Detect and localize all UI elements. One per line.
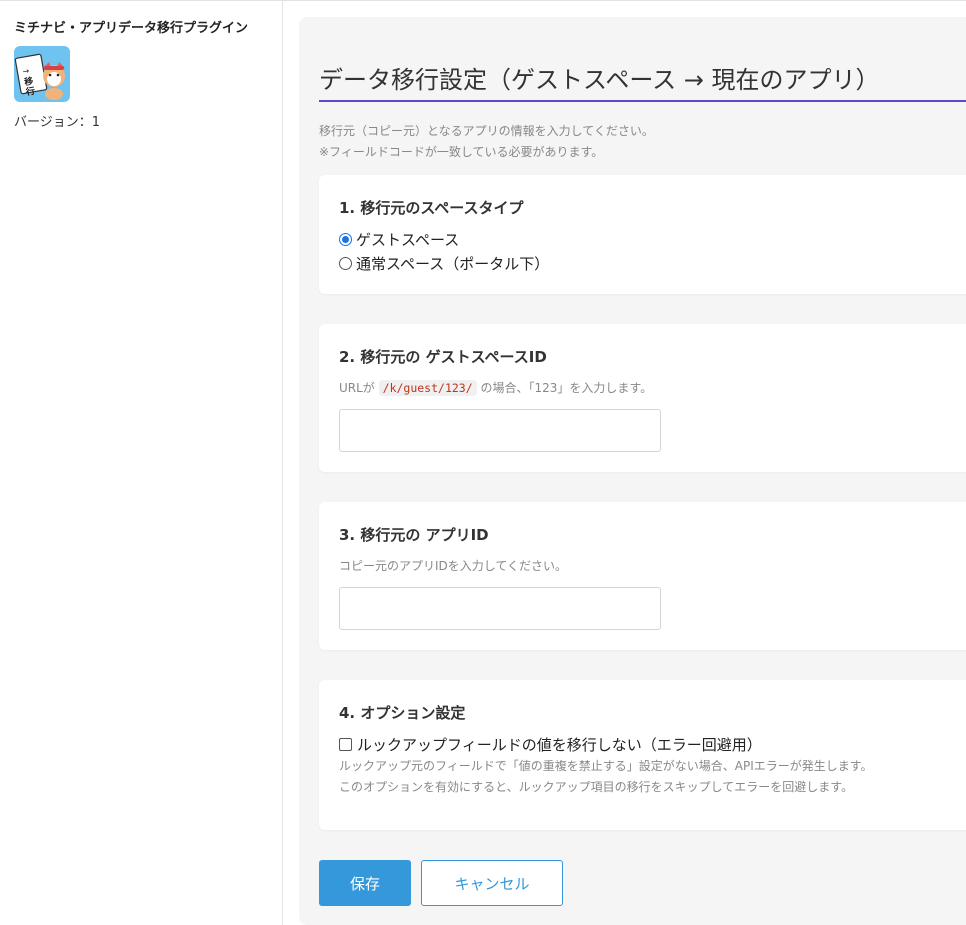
radio-button[interactable] bbox=[339, 233, 352, 246]
description-note: ※フィールドコードが一致している必要があります。 bbox=[319, 145, 604, 159]
radio-guest-space[interactable]: ゲストスペース bbox=[339, 229, 459, 250]
url-example-code: /k/guest/123/ bbox=[378, 380, 477, 396]
space-type-card: 1. 移行元のスペースタイプ ゲストスペース 通常スペース（ポータル下） bbox=[319, 175, 966, 294]
radio-label: ゲストスペース bbox=[356, 231, 460, 249]
plugin-mascot-icon: → 移 行 bbox=[14, 46, 70, 102]
page-description: 移行元（コピー元）となるアプリの情報を入力してください。 ※フィールドコードが一… bbox=[319, 121, 654, 163]
section-title: 4. オプション設定 bbox=[339, 704, 466, 722]
app-id-input[interactable] bbox=[339, 587, 661, 630]
note-line: このオプションを有効にすると、ルックアップ項目の移行をスキップしてエラーを回避し… bbox=[339, 780, 854, 794]
section-title: 2. 移行元の ゲストスペースID bbox=[339, 348, 547, 366]
skip-lookup-checkbox[interactable] bbox=[339, 738, 352, 751]
settings-panel: データ移行設定（ゲストスペース → 現在のアプリ） 移行元（コピー元）となるアプ… bbox=[299, 17, 966, 925]
section-title: 1. 移行元のスペースタイプ bbox=[339, 199, 524, 217]
option-note: ルックアップ元のフィールドで「値の重複を禁止する」設定がない場合、APIエラーが… bbox=[339, 756, 873, 798]
hint-prefix: URLが bbox=[339, 381, 375, 395]
sidebar: ミチナビ・アプリデータ移行プラグイン → 移 行 バージョン：1 bbox=[0, 0, 283, 925]
guest-space-id-card: 2. 移行元の ゲストスペースID URLが /k/guest/123/ の場合… bbox=[319, 324, 966, 472]
checkbox-label: ルックアップフィールドの値を移行しない（エラー回避用） bbox=[357, 736, 762, 754]
guest-space-id-hint: URLが /k/guest/123/ の場合、「123」を入力します。 bbox=[339, 379, 652, 396]
hint-suffix: の場合、「123」を入力します。 bbox=[480, 381, 653, 395]
cancel-button[interactable]: キャンセル bbox=[421, 860, 563, 906]
plugin-title: ミチナビ・アプリデータ移行プラグイン bbox=[14, 21, 249, 36]
app-id-card: 3. 移行元の アプリID コピー元のアプリIDを入力してください。 bbox=[319, 502, 966, 650]
section-title: 3. 移行元の アプリID bbox=[339, 526, 489, 544]
radio-label: 通常スペース（ポータル下） bbox=[356, 255, 550, 273]
note-line: ルックアップ元のフィールドで「値の重複を禁止する」設定がない場合、APIエラーが… bbox=[339, 759, 873, 773]
app-id-hint: コピー元のアプリIDを入力してください。 bbox=[339, 559, 568, 573]
plugin-version: バージョン：1 bbox=[14, 115, 101, 130]
description-line: 移行元（コピー元）となるアプリの情報を入力してください。 bbox=[319, 124, 654, 138]
radio-normal-space[interactable]: 通常スペース（ポータル下） bbox=[339, 253, 549, 274]
skip-lookup-checkbox-row[interactable]: ルックアップフィールドの値を移行しない（エラー回避用） bbox=[339, 734, 762, 755]
radio-button[interactable] bbox=[339, 257, 352, 270]
save-button[interactable]: 保存 bbox=[319, 860, 411, 906]
page-title: データ移行設定（ゲストスペース → 現在のアプリ） bbox=[319, 60, 966, 102]
option-settings-card: 4. オプション設定 ルックアップフィールドの値を移行しない（エラー回避用） ル… bbox=[319, 680, 966, 830]
guest-space-id-input[interactable] bbox=[339, 409, 661, 452]
